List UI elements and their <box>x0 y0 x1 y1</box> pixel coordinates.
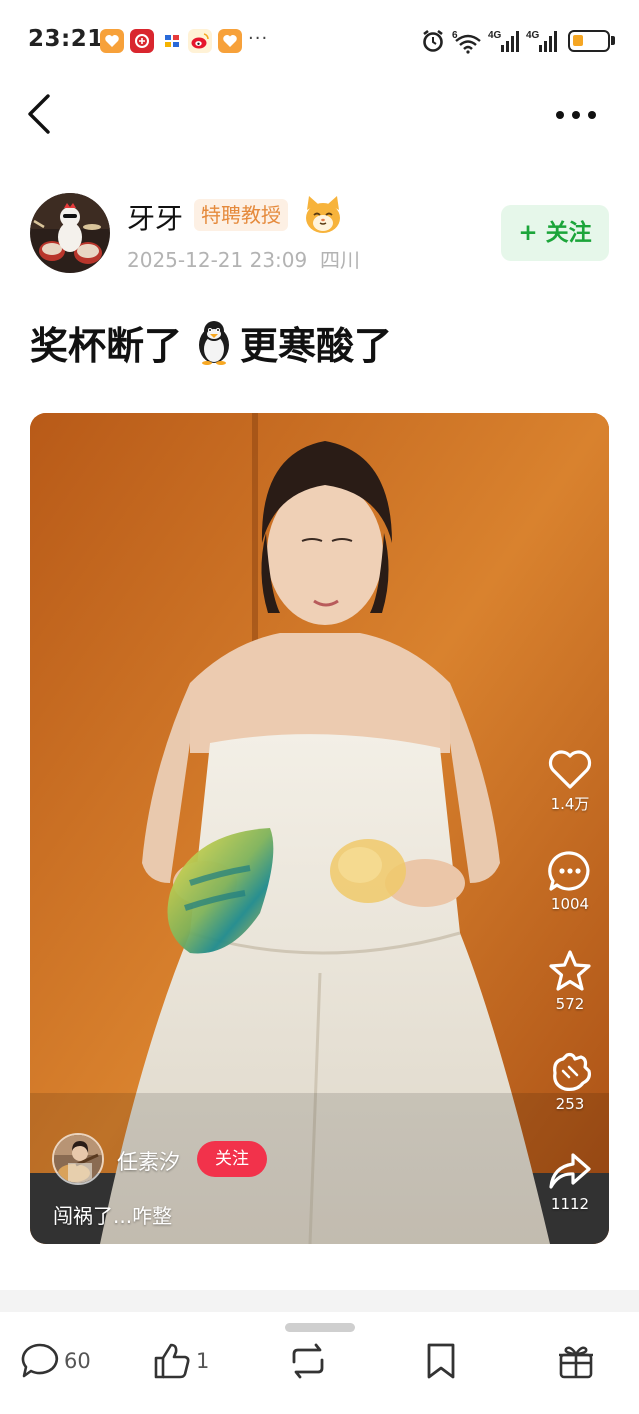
bookmark-icon <box>427 1343 455 1379</box>
post-title: 奖杯断了 更寒酸了 <box>30 314 392 370</box>
more-options-icon[interactable] <box>552 106 600 124</box>
star-icon <box>549 950 591 991</box>
video-clap-button[interactable]: 253 <box>535 1049 605 1113</box>
like-button[interactable]: 1 <box>152 1340 209 1382</box>
cat-emoji-icon <box>306 196 340 233</box>
video-author-avatar[interactable] <box>52 1133 104 1185</box>
red-app-icon <box>130 29 154 53</box>
video-caption: 闯祸了...咋整 <box>53 1204 173 1228</box>
comment-count-toolbar: 60 <box>64 1349 91 1373</box>
share-count: 1112 <box>550 1195 590 1213</box>
video-author-name[interactable]: 任素汐 <box>117 1146 180 1176</box>
repost-icon <box>292 1343 324 1379</box>
video-frame-image <box>30 413 609 1244</box>
more-notifications: ··· <box>248 28 269 49</box>
gift-button[interactable] <box>556 1340 596 1382</box>
video-like-button[interactable]: 1.4万 <box>535 749 605 814</box>
like-count-toolbar: 1 <box>196 1349 210 1373</box>
heart-icon <box>548 750 592 789</box>
clap-icon <box>553 1052 591 1091</box>
battery-icon <box>568 30 610 52</box>
signal-4g-icon-1: 4G <box>488 30 519 52</box>
status-bar: 23:21 ··· 6 4G 4G <box>0 0 639 84</box>
comment-count: 1004 <box>550 895 590 913</box>
network-4g-label-1: 4G <box>488 30 502 41</box>
status-time: 23:21 <box>28 26 104 52</box>
penguin-emoji-icon <box>199 321 230 365</box>
taobao-heart-icon <box>218 29 242 53</box>
taobao-heart-icon <box>100 29 124 53</box>
comment-button[interactable]: 60 <box>20 1340 91 1382</box>
repost-button[interactable] <box>286 1340 330 1382</box>
blue-app-icon <box>160 29 184 53</box>
share-icon <box>549 1153 591 1189</box>
favorite-count: 572 <box>555 995 585 1013</box>
author-badge: 特聘教授 <box>194 199 288 231</box>
author-avatar[interactable] <box>30 193 110 273</box>
comment-bubble-icon <box>21 1343 59 1378</box>
thumbs-up-icon <box>154 1343 190 1379</box>
post-title-part1: 奖杯断了 <box>30 323 183 368</box>
clap-count: 253 <box>555 1095 585 1113</box>
video-share-button[interactable]: 1112 <box>535 1149 605 1213</box>
post-title-part2: 更寒酸了 <box>240 323 393 368</box>
signal-4g-icon-2: 4G <box>526 30 557 52</box>
video-player[interactable]: 1.4万 1004 572 253 1112 任素汐 关注 闯祸了...咋整 <box>30 413 609 1244</box>
video-follow-button[interactable]: 关注 <box>197 1141 267 1177</box>
follow-button[interactable]: + 关注 <box>501 205 609 261</box>
network-4g-label-2: 4G <box>526 30 540 41</box>
gift-icon <box>559 1346 593 1379</box>
author-name[interactable]: 牙牙 <box>127 197 183 237</box>
alarm-icon <box>423 29 443 52</box>
section-divider <box>0 1290 639 1312</box>
video-favorite-button[interactable]: 572 <box>535 949 605 1013</box>
video-comment-button[interactable]: 1004 <box>535 849 605 913</box>
like-count: 1.4万 <box>550 795 590 813</box>
comment-icon <box>548 851 590 891</box>
weibo-icon <box>188 29 212 53</box>
wifi-icon: 6 <box>452 30 481 54</box>
drag-handle[interactable] <box>285 1323 355 1332</box>
back-arrow-icon[interactable] <box>24 92 56 136</box>
bookmark-button[interactable] <box>423 1340 459 1382</box>
post-timestamp-location: 2025-12-21 23:09 四川 <box>127 248 360 272</box>
